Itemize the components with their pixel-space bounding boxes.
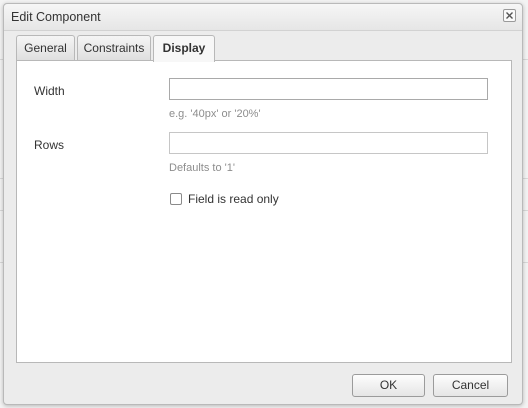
tab-general[interactable]: General [16,35,75,61]
tab-display[interactable]: Display [153,35,215,62]
dialog-titlebar[interactable]: Edit Component [4,4,522,31]
cancel-button[interactable]: Cancel [433,374,508,397]
close-button[interactable] [503,9,516,22]
width-input[interactable] [169,78,488,100]
display-tab-panel: Width e.g. '40px' or '20%' Rows Defaults… [16,60,512,363]
rows-label: Rows [34,138,65,152]
rows-hint: Defaults to '1' [169,162,235,174]
read-only-checkbox[interactable] [170,193,182,205]
ok-button[interactable]: OK [352,374,425,397]
dialog-title: Edit Component [11,10,101,24]
rows-input[interactable] [169,132,488,154]
width-label: Width [34,84,65,98]
tab-constraints[interactable]: Constraints [77,35,151,61]
close-icon [506,12,513,19]
edit-component-dialog: Edit Component General Constraints Displ… [3,3,523,405]
width-hint: e.g. '40px' or '20%' [169,108,261,120]
read-only-label: Field is read only [188,192,279,206]
